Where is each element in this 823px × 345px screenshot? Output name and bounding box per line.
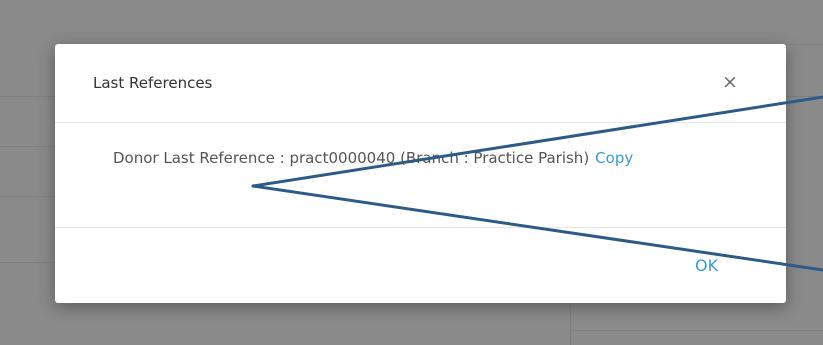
dialog-title: Last References <box>93 74 213 92</box>
background-divider <box>786 44 823 45</box>
dialog-header: Last References × <box>55 44 786 123</box>
screen: Last References × Donor Last Reference :… <box>0 0 823 345</box>
ok-button[interactable]: OK <box>695 256 718 275</box>
background-divider <box>570 303 571 345</box>
last-references-dialog: Last References × Donor Last Reference :… <box>55 44 786 303</box>
last-reference-message: Donor Last Reference : pract0000040 (Bra… <box>113 149 590 167</box>
close-icon[interactable]: × <box>718 70 742 94</box>
background-divider <box>786 96 823 97</box>
dialog-footer: OK <box>55 228 786 303</box>
dialog-body: Donor Last Reference : pract0000040 (Bra… <box>55 123 786 228</box>
copy-link[interactable]: Copy <box>595 149 633 167</box>
background-divider <box>570 330 823 331</box>
last-reference-text: Donor Last Reference : pract0000040 (Bra… <box>113 145 658 172</box>
background-divider <box>0 196 55 197</box>
background-divider <box>0 96 55 97</box>
background-divider <box>0 262 55 263</box>
background-divider <box>0 146 55 147</box>
